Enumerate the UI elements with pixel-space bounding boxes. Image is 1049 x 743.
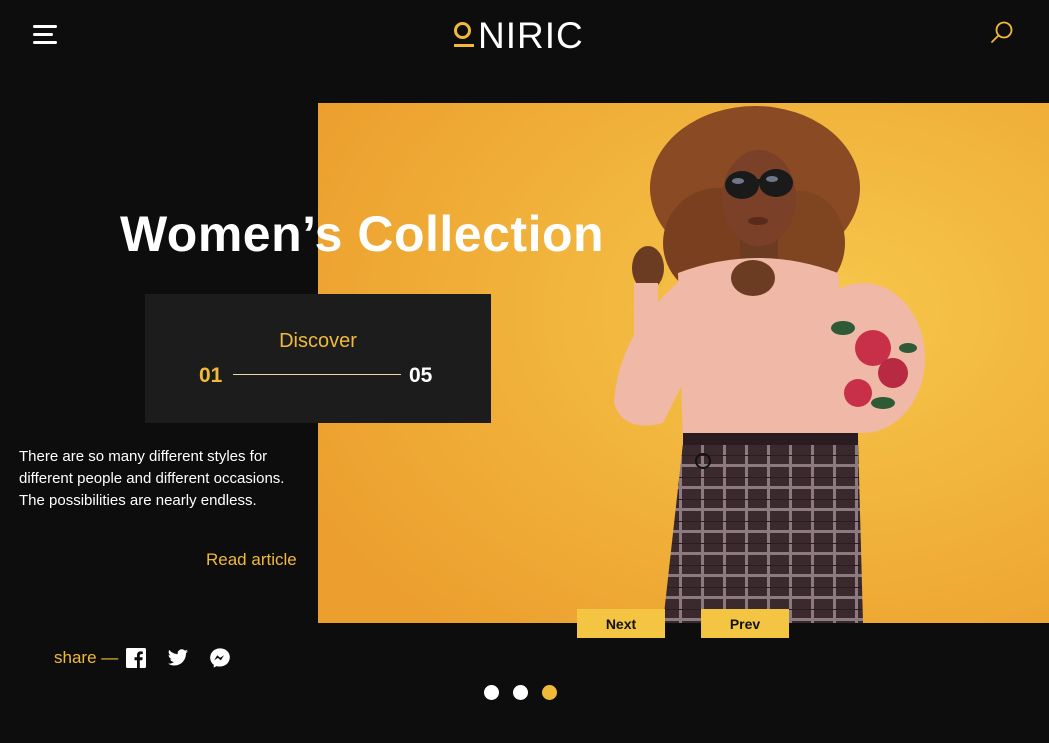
- slide-total-count: 05: [409, 364, 433, 387]
- brand-logo[interactable]: NIRIC: [454, 16, 584, 56]
- discover-card: Discover 01 05: [145, 294, 491, 423]
- facebook-icon[interactable]: [125, 647, 147, 669]
- next-button[interactable]: Next: [577, 609, 665, 638]
- slide-progress-line: [233, 374, 401, 375]
- hamburger-menu-icon[interactable]: [33, 25, 57, 44]
- collection-description: There are so many different styles for d…: [19, 448, 285, 509]
- read-article-link[interactable]: Read article: [206, 550, 297, 570]
- carousel-dot[interactable]: [542, 685, 557, 700]
- carousel-dot[interactable]: [513, 685, 528, 700]
- share-bar: share —: [54, 647, 251, 669]
- page-title: Women’s Collection: [120, 206, 605, 262]
- carousel-dot[interactable]: [484, 685, 499, 700]
- logo-o-mark: [454, 16, 476, 52]
- carousel-dots: [484, 685, 571, 700]
- discover-link[interactable]: Discover: [145, 330, 491, 353]
- search-icon[interactable]: [989, 20, 1015, 46]
- logo-text: NIRIC: [478, 15, 584, 56]
- prev-button[interactable]: Prev: [701, 609, 789, 638]
- share-label: share —: [54, 648, 119, 667]
- slide-current-index: 01: [199, 364, 223, 387]
- twitter-icon[interactable]: [167, 647, 189, 669]
- messenger-icon[interactable]: [209, 647, 231, 669]
